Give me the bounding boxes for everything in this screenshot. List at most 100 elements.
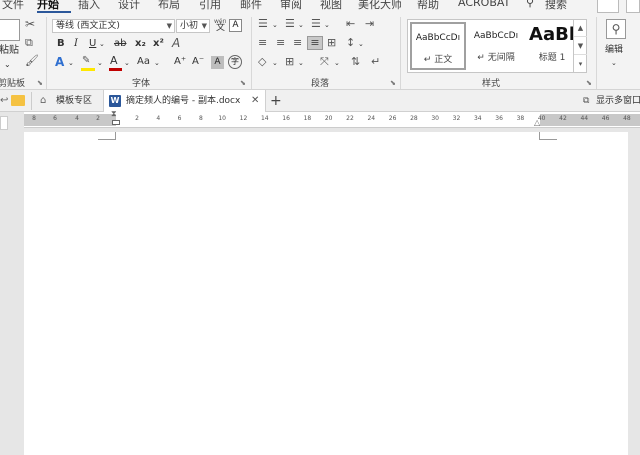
font-size-combo[interactable]: 小初 ▼ xyxy=(176,19,210,33)
ruler-toggle-icon[interactable] xyxy=(0,116,8,130)
asian-layout-icon[interactable]: ⤧ xyxy=(320,56,329,68)
align-center-icon[interactable]: ≡ xyxy=(276,37,285,49)
multi-window-icon[interactable]: ⧉ xyxy=(583,90,589,112)
show-multi-window-button[interactable]: 显示多窗口 xyxy=(596,90,640,112)
increase-indent-icon[interactable]: ⇥ xyxy=(365,18,374,30)
numbering-icon[interactable]: ☰ xyxy=(285,18,295,30)
ruler-tick-label: 20 xyxy=(324,115,333,122)
menu-mailings[interactable]: 邮件 xyxy=(240,0,262,12)
italic-button[interactable]: I xyxy=(74,38,78,50)
first-line-indent-marker[interactable]: ⧗ xyxy=(111,109,117,119)
enclose-char-button[interactable]: 字 xyxy=(228,55,242,69)
clear-format-icon[interactable]: A xyxy=(172,37,180,49)
share-button[interactable] xyxy=(597,0,619,13)
char-shading-button[interactable]: A xyxy=(211,56,224,69)
subscript-button[interactable]: x₂ xyxy=(135,38,146,50)
home-icon[interactable]: ⌂ xyxy=(40,90,46,112)
paste-clipboard-icon[interactable] xyxy=(0,19,20,41)
char-border-button[interactable]: A xyxy=(229,19,242,32)
add-tab-icon[interactable]: + xyxy=(270,90,282,112)
bullets-dropdown-icon[interactable]: ⌄ xyxy=(272,19,278,31)
change-case-button[interactable]: Aa xyxy=(137,56,150,68)
shading-dropdown-icon[interactable]: ⌄ xyxy=(272,57,278,69)
decrease-indent-icon[interactable]: ⇤ xyxy=(346,18,355,30)
right-indent-marker[interactable]: △ xyxy=(534,118,540,127)
style-heading-1[interactable]: AaBl 标题 1 xyxy=(524,22,580,70)
copy-icon[interactable]: ⧉ xyxy=(25,37,33,49)
text-effect-button[interactable]: A xyxy=(55,56,64,68)
highlight-dropdown-icon[interactable]: ⌄ xyxy=(97,57,103,69)
superscript-button[interactable]: x² xyxy=(153,38,164,50)
numbering-dropdown-icon[interactable]: ⌄ xyxy=(298,19,304,31)
bold-button[interactable]: B xyxy=(57,38,65,50)
paragraph-launcher-icon[interactable]: ⬊ xyxy=(390,79,396,87)
shrink-font-button[interactable]: A⁻ xyxy=(192,56,204,68)
tab-current-document[interactable]: W 摘定频人的编号 - 副本.docx ✕ xyxy=(103,90,266,112)
line-spacing-icon[interactable]: ↕ xyxy=(346,37,355,49)
ruler-tick-label: 18 xyxy=(303,115,312,122)
comment-button[interactable] xyxy=(626,0,640,13)
asian-layout-dropdown-icon[interactable]: ⌄ xyxy=(334,57,340,69)
align-left-icon[interactable]: ≡ xyxy=(258,37,267,49)
line-spacing-dropdown-icon[interactable]: ⌄ xyxy=(358,38,364,50)
align-right-icon[interactable]: ≡ xyxy=(293,37,302,49)
tab-template-zone[interactable]: 模板专区 xyxy=(56,90,92,112)
font-name-combo[interactable]: 等线 (西文正文) ▼ xyxy=(52,19,175,33)
menu-view[interactable]: 视图 xyxy=(320,0,342,12)
bullets-icon[interactable]: ☰ xyxy=(258,18,268,30)
style-no-spacing[interactable]: AaBbCcDı ↵ 无间隔 xyxy=(468,22,524,70)
horizontal-ruler[interactable]: 8 6 4 2 2 4 6 8 10 12 14 16 18 20 22 24 26 28 30 32 34 36 38 40… xyxy=(24,109,640,128)
underline-button[interactable]: U xyxy=(89,38,96,50)
chevron-up-icon[interactable]: ▲ xyxy=(574,19,587,37)
more-styles-icon[interactable]: ▾ xyxy=(574,55,587,73)
grow-font-button[interactable]: A⁺ xyxy=(174,56,186,68)
menu-help[interactable]: 帮助 xyxy=(417,0,439,12)
folder-icon[interactable] xyxy=(11,95,25,106)
font-color-dropdown-icon[interactable]: ⌄ xyxy=(124,57,130,69)
paste-dropdown-icon[interactable]: ⌄ xyxy=(4,59,11,71)
clipboard-launcher-icon[interactable]: ⬊ xyxy=(37,79,43,87)
multilevel-dropdown-icon[interactable]: ⌄ xyxy=(324,19,330,31)
menu-search[interactable]: 搜索 xyxy=(545,0,567,12)
left-indent-marker[interactable] xyxy=(112,120,120,125)
sort-icon[interactable]: ⇅ xyxy=(351,56,360,68)
left-gutter xyxy=(0,112,24,455)
menu-acrobat[interactable]: ACROBAT xyxy=(458,0,510,9)
font-size-value: 小初 xyxy=(180,21,199,31)
style-normal[interactable]: AaBbCcDı ↵ 正文 xyxy=(410,22,466,70)
justify-icon[interactable]: ≡ xyxy=(307,36,323,50)
editing-dropdown-icon[interactable]: ⌄ xyxy=(611,57,617,69)
ruler-tick-label: 22 xyxy=(346,115,354,122)
back-arrow-icon[interactable]: ↩ xyxy=(0,90,8,112)
menu-insert[interactable]: 插入 xyxy=(78,0,100,12)
borders-icon[interactable]: ⊞ xyxy=(285,56,294,68)
multilevel-list-icon[interactable]: ☰ xyxy=(311,18,321,30)
borders-dropdown-icon[interactable]: ⌄ xyxy=(298,57,304,69)
show-marks-icon[interactable]: ↵ xyxy=(371,56,380,68)
highlight-icon[interactable]: ✎ xyxy=(82,55,90,67)
search-icon[interactable]: ⚲ xyxy=(526,0,534,9)
styles-launcher-icon[interactable]: ⬊ xyxy=(586,79,592,87)
chevron-down-icon[interactable]: ▼ xyxy=(574,37,587,55)
paste-button[interactable]: 粘贴 xyxy=(0,45,19,57)
menu-file[interactable]: 文件 xyxy=(2,0,24,12)
document-page[interactable] xyxy=(24,132,628,455)
strikethrough-button[interactable]: ab xyxy=(114,38,126,50)
text-effect-dropdown-icon[interactable]: ⌄ xyxy=(68,57,74,69)
format-painter-icon[interactable]: 🖌 xyxy=(25,55,39,67)
find-icon[interactable]: ⚲ xyxy=(606,19,626,39)
font-color-button[interactable]: A xyxy=(110,55,118,67)
menu-references[interactable]: 引用 xyxy=(199,0,221,12)
underline-dropdown-icon[interactable]: ⌄ xyxy=(99,38,105,50)
font-launcher-icon[interactable]: ⬊ xyxy=(240,79,246,87)
change-case-dropdown-icon[interactable]: ⌄ xyxy=(154,57,160,69)
cut-icon[interactable]: ✂ xyxy=(25,18,35,30)
editing-button[interactable]: 编辑 xyxy=(605,44,623,56)
menu-review[interactable]: 审阅 xyxy=(280,0,302,12)
menu-beautify-master[interactable]: 美化大师 xyxy=(358,0,402,12)
close-icon[interactable]: ✕ xyxy=(251,90,259,112)
shading-icon[interactable]: ◇ xyxy=(258,56,266,68)
distributed-icon[interactable]: ⊞ xyxy=(327,37,336,49)
menu-layout[interactable]: 布局 xyxy=(158,0,180,12)
menu-design[interactable]: 设计 xyxy=(118,0,140,12)
